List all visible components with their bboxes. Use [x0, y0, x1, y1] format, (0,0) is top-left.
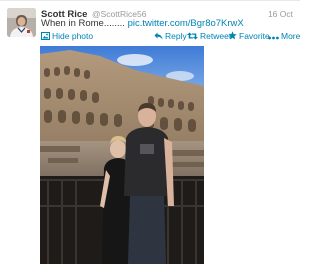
more-label: More: [281, 31, 301, 41]
avatar-image: [7, 8, 36, 37]
tweet-photo[interactable]: [40, 46, 204, 264]
hide-photo-label: Hide photo: [52, 31, 94, 41]
reply-button[interactable]: Reply: [154, 29, 187, 44]
tweet-body: When in Rome........: [41, 18, 125, 29]
ellipsis-icon: [268, 30, 279, 44]
hide-photo-button[interactable]: Hide photo: [41, 29, 93, 44]
retweet-icon: [187, 30, 198, 44]
retweet-label: Retweet: [200, 31, 232, 41]
tweet: Scott Rice @ScottRice56 16 Oct When in R…: [0, 0, 300, 272]
reply-label: Reply: [165, 31, 187, 41]
tweet-timestamp[interactable]: 16 Oct: [268, 7, 293, 21]
favorite-label: Favorite: [239, 31, 270, 41]
tweet-photo-link[interactable]: pic.twitter.com/Bgr8o7KrwX: [128, 18, 244, 29]
retweet-button[interactable]: Retweet: [187, 29, 231, 44]
avatar[interactable]: [7, 8, 36, 37]
reply-arrow-icon: [154, 30, 163, 44]
tweet-actions: Hide photo Reply Retweet Favorite More: [41, 29, 300, 44]
colosseum-photo: [40, 46, 204, 264]
more-button[interactable]: More: [268, 29, 300, 44]
favorite-button[interactable]: Favorite: [228, 29, 270, 44]
star-icon: [228, 30, 237, 44]
photo-icon: [41, 30, 50, 44]
